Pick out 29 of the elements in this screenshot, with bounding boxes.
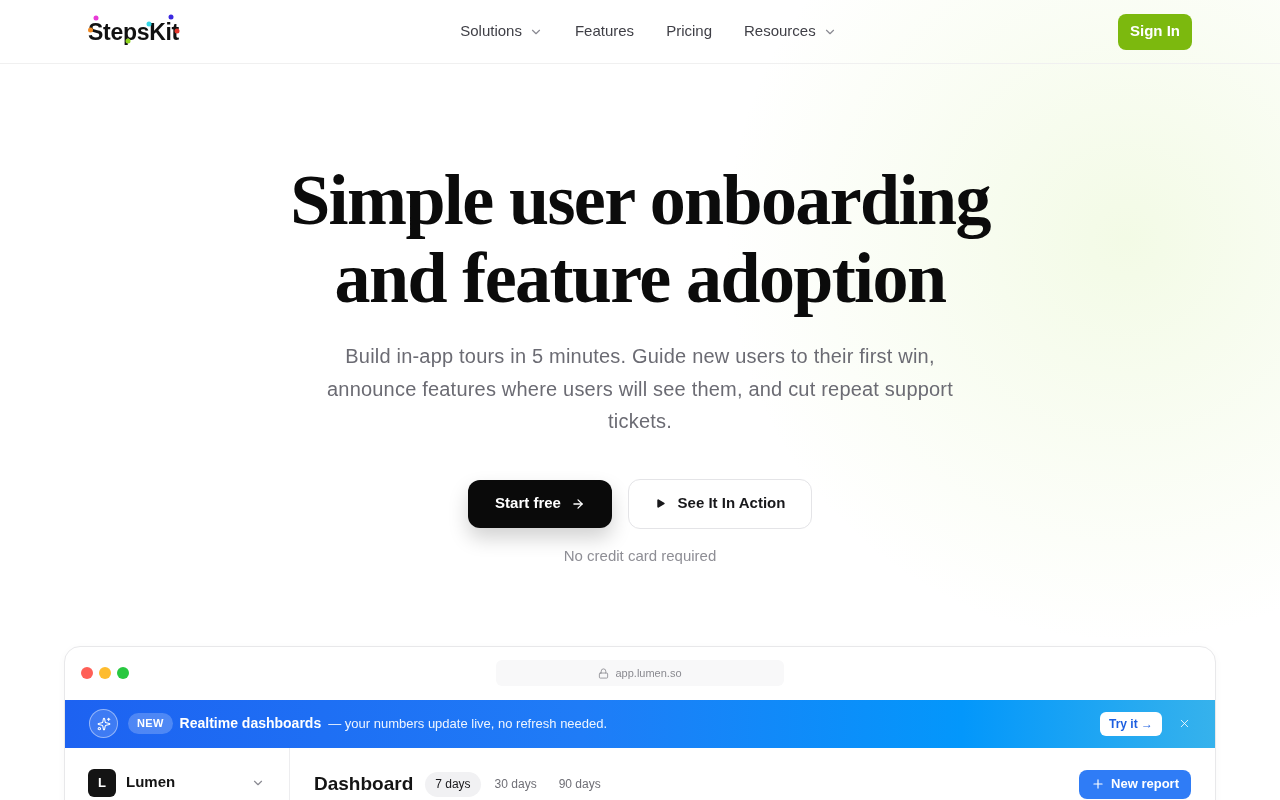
nav-link[interactable]: Features [574,20,635,43]
plus-icon [1091,777,1106,791]
page-title: Dashboard [314,771,414,796]
banner-title: Realtime dashboards [179,714,322,733]
no-credit-card-note: No credit card required [563,545,717,566]
workspace-name[interactable]: Lumen [126,771,176,794]
lock-icon [598,667,610,679]
hero-title: Simple user onboarding and feature adoption [289,161,992,317]
workspace-avatar: L [88,768,116,797]
new-report-button[interactable]: New report [1079,769,1191,799]
close-button[interactable] [1178,717,1191,730]
try-it-button[interactable]: Try it → [1100,711,1162,736]
see-it-in-action-button[interactable]: See It In Action [628,478,812,529]
date-range-tab[interactable]: 30 days [486,771,545,797]
hero-subtitle: Build in-app tours in 5 minutes. Guide new users to their first win, announce features where users will see them, and cut repeat support tickets. [326,344,954,434]
play-icon [654,498,666,509]
date-range-tab[interactable]: 90 days [550,771,609,797]
logo[interactable]: StepsKit [88,17,179,46]
nav-link[interactable]: Resources [744,20,837,43]
nav-link[interactable]: Pricing [666,20,712,43]
close-icon [1178,717,1191,730]
new-badge: NEW [128,713,173,734]
sparkle-icon [89,709,118,738]
arrow-right-icon [570,496,585,511]
banner-text: — your numbers update live, no refresh needed. [328,714,608,733]
date-range-tab[interactable]: 7 days [425,771,481,797]
confetti-dots-icon [88,13,182,44]
start-free-button[interactable]: Start free [468,479,612,528]
nav-link[interactable]: Solutions [460,20,543,43]
